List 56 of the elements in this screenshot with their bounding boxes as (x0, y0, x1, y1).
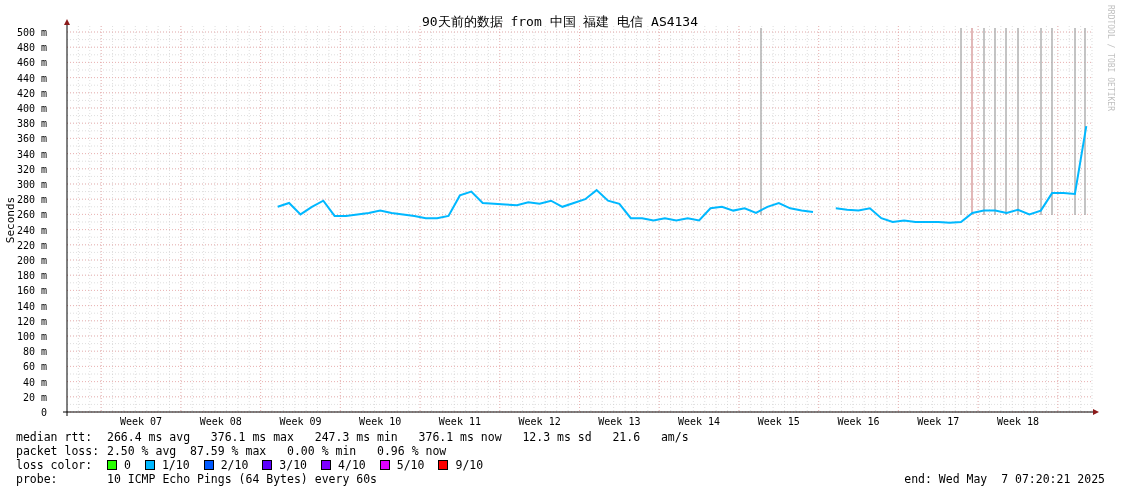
chart-title: 90天前的数据 from 中国 福建 电信 AS4134 (421, 14, 699, 29)
y-tick-label: 380 m (16, 118, 47, 130)
legend-label: 9/10 (455, 458, 484, 472)
y-tick-label: 400 m (16, 103, 47, 114)
legend-label: 2/10 (220, 458, 249, 472)
x-tick-label: Week 18 (996, 416, 1040, 427)
y-tick-label: 340 m (16, 148, 47, 160)
y-tick-label: 420 m (16, 87, 47, 99)
y-tick-label: 140 m (16, 300, 47, 312)
x-tick-label: Week 17 (917, 416, 960, 427)
credit-text: RRDTOOL / TOBI OETIKER (1106, 5, 1115, 111)
y-tick-label: 100 m (16, 331, 47, 342)
y-tick-label: 240 m (16, 224, 47, 236)
y-tick-label: 460 m (16, 57, 47, 69)
y-tick-label: 0 (40, 407, 47, 418)
y-tick-label: 500 m (16, 27, 47, 38)
axis-label: Seconds (4, 196, 17, 244)
y-tick-label: 40 m (22, 376, 47, 388)
y-tick-label: 280 m (16, 194, 47, 206)
stat-values: 2.50 % avg 87.59 % max 0.00 % min 0.96 % now (107, 444, 447, 458)
x-tick-label: Week 09 (279, 416, 322, 427)
y-tick-label: 80 m (22, 346, 47, 358)
probe-text: 10 ICMP Echo Pings (64 Bytes) every 60s (107, 472, 378, 486)
legend-label: 1/10 (161, 458, 190, 472)
x-tick-label: Week 16 (837, 416, 880, 427)
y-tick-label: 480 m (16, 42, 47, 54)
y-tick-label: 220 m (16, 239, 47, 251)
y-tick-label: 120 m (16, 315, 47, 327)
x-tick-label: Week 08 (199, 416, 242, 427)
x-tick-label: Week 07 (119, 416, 163, 427)
x-tick-label: Week 15 (757, 416, 800, 427)
legend-label: 4/10 (338, 458, 366, 472)
y-tick-label: 440 m (16, 72, 47, 84)
stat-values: 266.4 ms avg 376.1 ms max 247.3 ms min 376.1 ms now 12.3 ms sd 21.6 am/s (107, 430, 689, 444)
legend-label: 3/10 (279, 458, 308, 472)
x-tick-label: Week 12 (518, 416, 561, 427)
y-tick-label: 260 m (16, 209, 47, 221)
stat-label: probe: (16, 472, 59, 486)
legend-label: 0 (124, 458, 131, 472)
stat-label: loss color: (16, 458, 94, 472)
y-tick-label: 160 m (16, 285, 47, 297)
x-tick-label: Week 11 (438, 416, 481, 427)
legend-label: 5/10 (396, 458, 425, 472)
x-tick-label: Week 10 (359, 416, 402, 427)
y-tick-label: 180 m (16, 270, 47, 282)
x-tick-label: Week 14 (678, 416, 721, 427)
y-tick-label: 200 m (16, 255, 47, 266)
y-tick-label: 20 m (22, 391, 47, 403)
end-time: end: Wed May 7 07:20:21 2025 (904, 472, 1105, 486)
stat-label: median rtt: (16, 430, 94, 444)
x-tick-label: Week 13 (598, 416, 641, 427)
y-tick-label: 60 m (22, 361, 47, 373)
y-tick-label: 320 m (16, 163, 47, 175)
stat-label: packet loss: (16, 444, 101, 458)
y-tick-label: 360 m (16, 133, 47, 145)
y-tick-label: 300 m (16, 179, 47, 190)
